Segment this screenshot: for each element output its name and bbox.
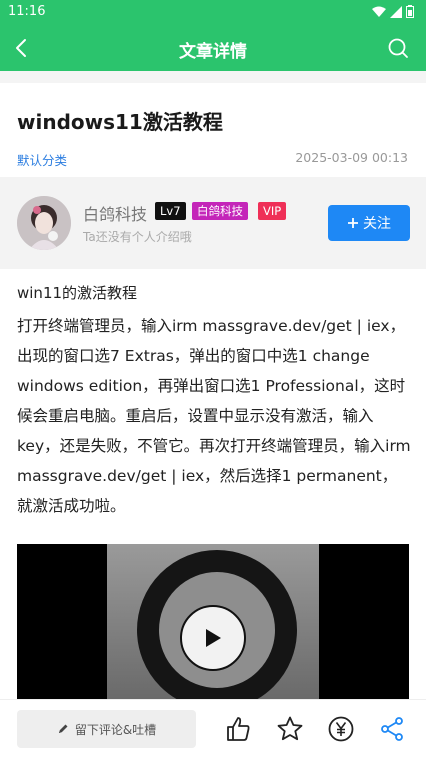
author-card: 白鸽科技 Lv7 白鸽科技 VIP Ta还没有个人介绍哦 关注 xyxy=(0,177,426,269)
yen-coin-icon[interactable] xyxy=(327,715,355,743)
pencil-icon xyxy=(58,724,68,733)
content-body: 打开终端管理员，输入irm massgrave.dev/get | iex，出现… xyxy=(17,317,411,515)
level-badge: Lv7 xyxy=(155,202,186,220)
follow-label: 关注 xyxy=(363,216,391,232)
comment-input[interactable]: 留下评论&吐槽 xyxy=(17,710,196,748)
article-title: windows11激活教程 xyxy=(17,110,223,134)
star-icon[interactable] xyxy=(276,715,304,743)
author-bio: Ta还没有个人介绍哦 xyxy=(83,230,192,244)
top-divider xyxy=(0,71,426,83)
signal-icon xyxy=(390,5,402,18)
plus-icon xyxy=(348,218,358,228)
play-button[interactable] xyxy=(180,605,246,671)
content-heading: win11的激活教程 xyxy=(17,284,138,302)
share-icon[interactable] xyxy=(378,715,406,743)
video-player[interactable] xyxy=(17,544,409,699)
play-icon xyxy=(206,629,221,647)
thumbs-up-icon[interactable] xyxy=(224,715,252,743)
article-category[interactable]: 默认分类 xyxy=(17,150,67,169)
article-date: 2025-03-09 00:13 xyxy=(295,150,408,165)
status-icons xyxy=(372,5,414,18)
author-name[interactable]: 白鸽科技 xyxy=(83,201,147,225)
bottom-bar: 留下评论&吐槽 xyxy=(0,699,426,757)
comment-placeholder: 留下评论&吐槽 xyxy=(74,722,157,737)
app-bar: 文章详情 xyxy=(0,26,426,71)
avatar-image xyxy=(17,196,71,250)
search-icon[interactable] xyxy=(386,36,410,60)
article-content: win11的激活教程 打开终端管理员，输入irm massgrave.dev/g… xyxy=(17,282,412,521)
status-bar: 11:16 xyxy=(0,0,426,26)
page-title: 文章详情 xyxy=(179,42,247,62)
follow-button[interactable]: 关注 xyxy=(328,205,410,241)
avatar[interactable] xyxy=(17,196,71,250)
vip-badge: VIP xyxy=(258,202,287,220)
author-tag-badge: 白鸽科技 xyxy=(192,202,248,220)
status-time: 11:16 xyxy=(8,4,46,19)
wifi-icon xyxy=(372,6,386,17)
battery-icon xyxy=(406,5,414,18)
